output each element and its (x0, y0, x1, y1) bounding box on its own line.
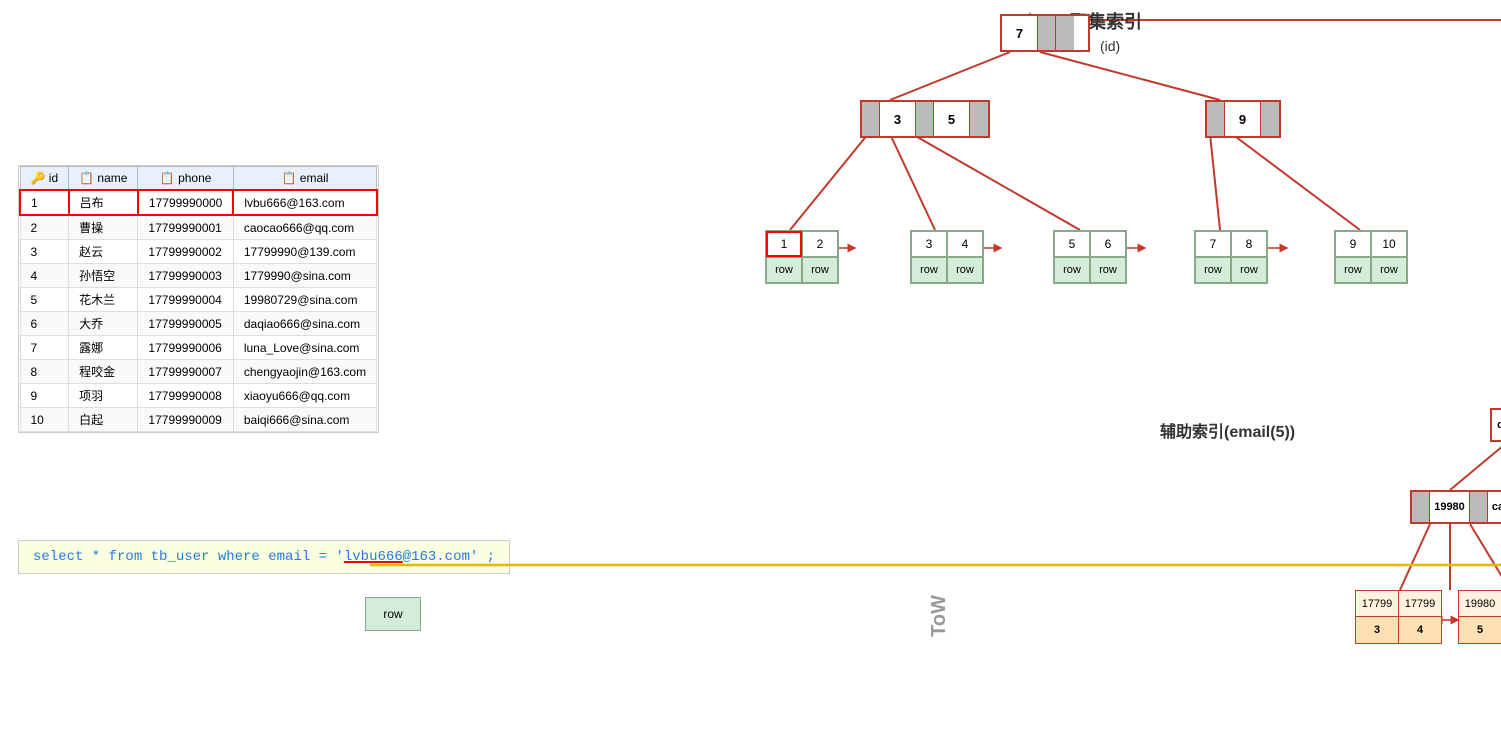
clustered-leaf-5: 9 10 row row (1334, 230, 1408, 284)
cell-id: 1 (20, 190, 69, 215)
cell-id: 9 (20, 384, 69, 408)
val-caoca: caoca (1488, 492, 1501, 522)
val-9: 9 (1225, 102, 1261, 136)
cell-phone: 17799990000 (138, 190, 233, 215)
leaf-row: row (802, 257, 838, 283)
col-header-id: 🔑 id (20, 167, 69, 191)
cell-email: xiaoyu666@qq.com (233, 384, 376, 408)
ptr (862, 102, 880, 136)
ptr (916, 102, 934, 136)
col-header-name: 📋 name (69, 167, 138, 191)
secondary-index-label: 辅助索引(email(5)) (1160, 418, 1295, 442)
table-row: 6大乔17799990005daqiao666@sina.com (20, 312, 377, 336)
cell-phone: 17799990003 (138, 264, 233, 288)
clustered-level1-right: 9 (1205, 100, 1281, 138)
ptr (1261, 102, 1279, 136)
cell-phone: 17799990007 (138, 360, 233, 384)
clustered-leaf-2: 3 4 row row (910, 230, 984, 284)
cell-name: 吕布 (69, 190, 138, 215)
root-ptr-left (1038, 16, 1056, 50)
val-5: 5 (934, 102, 970, 136)
cell-id: 10 (20, 408, 69, 432)
ptr (1470, 492, 1488, 522)
cell-id: 4 (20, 264, 69, 288)
val-19980: 19980 (1430, 492, 1470, 522)
cell-email: baiqi666@sina.com (233, 408, 376, 432)
btree-area: 聚集索引 (id) 7 3 5 9 1 2 row row 3 4 (580, 0, 1480, 741)
table-row: 1吕布17799990000lvbu666@163.com (20, 190, 377, 215)
cell-id: 7 (20, 336, 69, 360)
col-header-email: 📋 email (233, 167, 376, 191)
col-header-phone: 📋 phone (138, 167, 233, 191)
cell-name: 大乔 (69, 312, 138, 336)
cell-name: 花木兰 (69, 288, 138, 312)
leaf-num: 2 (802, 231, 838, 257)
val-3: 3 (880, 102, 916, 136)
cell-id: 3 (20, 240, 69, 264)
clustered-leaf-3: 5 6 row row (1053, 230, 1127, 284)
root-value: 7 (1002, 16, 1038, 50)
table-row: 2曹操17799990001caocao666@qq.com (20, 215, 377, 240)
cell-name: 项羽 (69, 384, 138, 408)
table-row: 9项羽17799990008xiaoyu666@qq.com (20, 384, 377, 408)
secondary-root: daqia (1490, 408, 1501, 442)
sql-text: select * from tb_user where email = 'lvb… (33, 549, 495, 565)
sec-leaf-2: 19980 5 baiqi 10 (1458, 590, 1501, 644)
clustered-index-sublabel: (id) (1100, 38, 1120, 54)
ptr (970, 102, 988, 136)
clustered-leaf-1: 1 2 row row (765, 230, 839, 284)
cell-phone: 17799990001 (138, 215, 233, 240)
clustered-root-node: 7 (1000, 14, 1090, 52)
cell-email: 19980729@sina.com (233, 288, 376, 312)
cell-email: lvbu666@163.com (233, 190, 376, 215)
secondary-level1-left: 19980 caoca (1410, 490, 1501, 524)
cell-phone: 17799990009 (138, 408, 233, 432)
table-row: 10白起17799990009baiqi666@sina.com (20, 408, 377, 432)
cell-id: 8 (20, 360, 69, 384)
cell-phone: 17799990008 (138, 384, 233, 408)
sec-root-val: daqia (1492, 410, 1501, 440)
cell-phone: 17799990002 (138, 240, 233, 264)
clustered-level1-left: 3 5 (860, 100, 990, 138)
table-row: 3赵云1779999000217799990@139.com (20, 240, 377, 264)
cell-name: 程咬金 (69, 360, 138, 384)
cell-email: caocao666@qq.com (233, 215, 376, 240)
cell-phone: 17799990004 (138, 288, 233, 312)
table-row: 7露娜17799990006luna_Love@sina.com (20, 336, 377, 360)
data-table: 🔑 id📋 name📋 phone📋 email 1吕布17799990000l… (18, 165, 379, 433)
cell-email: daqiao666@sina.com (233, 312, 376, 336)
connector-lines (580, 0, 1480, 741)
table-row: 5花木兰1779999000419980729@sina.com (20, 288, 377, 312)
sql-box: select * from tb_user where email = 'lvb… (18, 540, 510, 574)
ptr (1412, 492, 1430, 522)
cell-email: luna_Love@sina.com (233, 336, 376, 360)
cell-phone: 17799990005 (138, 312, 233, 336)
cell-id: 2 (20, 215, 69, 240)
tow-label: ToW (928, 595, 951, 637)
table-row: 4孙悟空177999900031779990@sina.com (20, 264, 377, 288)
clustered-leaf-4: 7 8 row row (1194, 230, 1268, 284)
cell-name: 曹操 (69, 215, 138, 240)
table-row: 8程咬金17799990007chengyaojin@163.com (20, 360, 377, 384)
sec-leaf-1: 17799 3 17799 4 (1355, 590, 1442, 644)
cell-email: 17799990@139.com (233, 240, 376, 264)
leaf-num: 1 (766, 231, 802, 257)
cell-id: 5 (20, 288, 69, 312)
cell-name: 露娜 (69, 336, 138, 360)
row-legend: row (365, 597, 421, 631)
table-header: 🔑 id📋 name📋 phone📋 email (20, 167, 377, 191)
cell-phone: 17799990006 (138, 336, 233, 360)
cell-name: 白起 (69, 408, 138, 432)
root-ptr-right (1056, 16, 1074, 50)
table-body: 1吕布17799990000lvbu666@163.com2曹操17799990… (20, 190, 377, 432)
cell-email: chengyaojin@163.com (233, 360, 376, 384)
cell-id: 6 (20, 312, 69, 336)
cell-name: 孙悟空 (69, 264, 138, 288)
cell-name: 赵云 (69, 240, 138, 264)
leaf-row: row (766, 257, 802, 283)
ptr (1207, 102, 1225, 136)
cell-email: 1779990@sina.com (233, 264, 376, 288)
